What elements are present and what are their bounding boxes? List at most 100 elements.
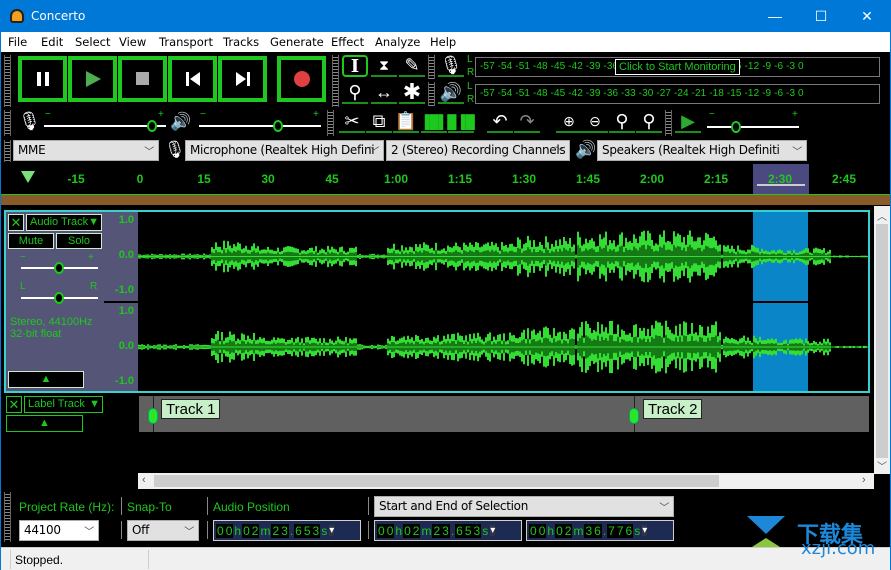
gain-slider[interactable]: [21, 262, 98, 274]
play-button[interactable]: [68, 56, 117, 102]
time-digit[interactable]: 7: [607, 523, 616, 538]
slider-thumb[interactable]: [731, 121, 741, 133]
selection-mode-select[interactable]: Start and End of Selection ﹀: [374, 496, 674, 517]
trim-button[interactable]: ▐█▌: [420, 111, 448, 133]
label-marker-handle[interactable]: [629, 408, 639, 424]
playhead-marker-icon[interactable]: [21, 171, 35, 183]
time-digit[interactable]: 2: [432, 523, 442, 538]
time-digit[interactable]: 0: [529, 523, 538, 538]
menu-generate[interactable]: Generate: [270, 35, 324, 49]
scroll-left-icon[interactable]: ‹: [142, 474, 146, 486]
tools-grip[interactable]: [332, 55, 339, 107]
mixer-grip[interactable]: [4, 110, 11, 136]
time-digit[interactable]: 0: [555, 523, 564, 538]
minimize-button[interactable]: —: [752, 1, 798, 32]
playback-volume-slider[interactable]: [199, 120, 321, 132]
selection-toolbar-grip[interactable]: [4, 492, 11, 542]
vertical-scroll-thumb[interactable]: [876, 224, 888, 458]
timeline-ruler[interactable]: -15 0 15 30 45 1:00 1:15 1:30 1:45 2:00 …: [1, 164, 890, 194]
stop-button[interactable]: [118, 56, 167, 102]
recording-volume-slider[interactable]: [44, 120, 166, 132]
slider-thumb[interactable]: [147, 120, 157, 132]
record-meter-button[interactable]: 🎙: [438, 55, 464, 77]
playback-device-select[interactable]: Speakers (Realtek High Definiti ﹀: [597, 140, 807, 161]
menu-effect[interactable]: Effect: [331, 35, 364, 49]
waveform-left-channel[interactable]: [138, 212, 868, 301]
time-format-dropdown-icon[interactable]: ▾: [642, 525, 648, 536]
label-track-1[interactable]: Track 1: [161, 399, 221, 419]
time-digit[interactable]: 0: [242, 523, 251, 538]
multi-tool-button[interactable]: ✱: [399, 79, 425, 104]
time-digit[interactable]: 7: [615, 523, 625, 538]
track-menu-button[interactable]: Audio Track ▼: [26, 214, 102, 231]
slider-thumb[interactable]: [54, 262, 64, 274]
time-digit[interactable]: 6: [294, 523, 303, 538]
menu-tracks[interactable]: Tracks: [223, 35, 259, 49]
close-button[interactable]: ✕: [844, 1, 890, 32]
menu-file[interactable]: File: [8, 35, 27, 49]
time-digit[interactable]: 0: [385, 523, 395, 538]
close-label-track-button[interactable]: ✕: [6, 396, 22, 413]
selection-start-field[interactable]: 0 0 h 0 2 m 2 3. 6 5 3 s ▾: [374, 520, 522, 541]
selection-tool-button[interactable]: I: [342, 55, 368, 77]
audio-track[interactable]: ✕ Audio Track ▼ Mute Solo − + L R Stereo,…: [4, 210, 870, 393]
scroll-down-icon[interactable]: ﹀: [877, 458, 887, 473]
time-digit[interactable]: 2: [563, 523, 573, 538]
zoom-out-button[interactable]: ⊖: [582, 111, 608, 133]
menu-transport[interactable]: Transport: [159, 35, 213, 49]
skip-to-end-button[interactable]: [218, 56, 267, 102]
snap-to-select[interactable]: Off ﹀: [127, 520, 199, 541]
maximize-button[interactable]: ☐: [798, 1, 844, 32]
time-digit[interactable]: 3: [472, 523, 482, 538]
time-digit[interactable]: 3: [280, 523, 289, 538]
time-digit[interactable]: 2: [250, 523, 260, 538]
cut-button[interactable]: ✂: [339, 111, 365, 133]
time-digit[interactable]: 3: [584, 523, 594, 538]
time-digit[interactable]: 6: [593, 523, 602, 538]
paste-button[interactable]: 📋: [393, 111, 419, 133]
time-shift-tool-button[interactable]: ↔: [371, 82, 397, 104]
pan-slider[interactable]: [21, 292, 98, 304]
time-digit[interactable]: 0: [403, 523, 412, 538]
waveform-right-channel[interactable]: [138, 303, 868, 391]
time-digit[interactable]: 0: [216, 523, 225, 538]
time-digit[interactable]: 5: [463, 523, 473, 538]
fit-project-button[interactable]: ⚲: [636, 111, 662, 133]
recording-channels-select[interactable]: 2 (Stereo) Recording Channels ﹀: [386, 140, 570, 161]
selection-end-field[interactable]: 0 0 h 0 2 m 3 6. 7 7 6 s ▾: [526, 520, 674, 541]
fit-selection-button[interactable]: ⚲: [609, 111, 635, 133]
toolbar-grip[interactable]: [4, 55, 11, 107]
scroll-right-icon[interactable]: ›: [862, 474, 866, 486]
edit-grip[interactable]: [327, 110, 334, 136]
envelope-tool-button[interactable]: ⧗: [371, 55, 397, 77]
redo-button[interactable]: ↷: [514, 111, 540, 133]
copy-button[interactable]: ⧉: [366, 111, 392, 133]
draw-tool-button[interactable]: ✎: [399, 55, 425, 77]
play-at-speed-button[interactable]: ▶: [675, 111, 701, 133]
time-digit[interactable]: 2: [411, 523, 421, 538]
recording-device-select[interactable]: Microphone (Realtek High Defini ﹀: [185, 140, 384, 161]
time-format-dropdown-icon[interactable]: ▾: [329, 525, 335, 536]
time-digit[interactable]: 0: [377, 523, 386, 538]
menu-view[interactable]: View: [119, 35, 146, 49]
project-rate-select[interactable]: 44100 ﹀: [19, 520, 99, 541]
vertical-scrollbar[interactable]: ︿ ﹀: [874, 206, 890, 474]
menu-analyze[interactable]: Analyze: [375, 35, 420, 49]
play-meter-grip[interactable]: [428, 82, 435, 106]
menu-help[interactable]: Help: [430, 35, 456, 49]
time-digit[interactable]: 0: [224, 523, 234, 538]
audio-host-select[interactable]: MME ﹀: [13, 140, 159, 161]
undo-button[interactable]: ↶: [487, 111, 513, 133]
audio-position-field[interactable]: 0 0 h 0 2 m 2 3. 6 5 3 s ▾: [213, 520, 361, 541]
silence-button[interactable]: █▐█: [447, 111, 475, 133]
horizontal-scroll-thumb[interactable]: [154, 475, 719, 487]
time-digit[interactable]: 6: [455, 523, 464, 538]
label-track-menu-button[interactable]: Label Track ▼: [24, 396, 103, 413]
solo-button[interactable]: Solo: [56, 233, 102, 249]
record-button[interactable]: [277, 56, 326, 102]
close-track-button[interactable]: ✕: [8, 214, 24, 231]
label-track-2[interactable]: Track 2: [643, 399, 703, 419]
zoom-in-button[interactable]: ⊕: [556, 111, 582, 133]
time-format-dropdown-icon[interactable]: ▾: [490, 525, 496, 536]
menu-select[interactable]: Select: [75, 35, 110, 49]
